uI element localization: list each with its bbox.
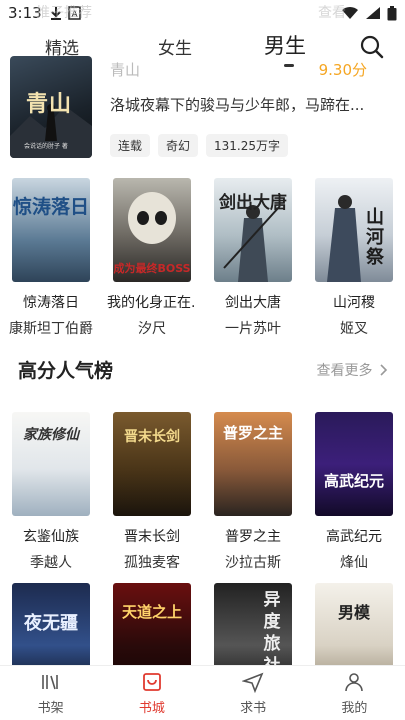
book-author: 康斯坦丁伯爵 — [9, 321, 93, 337]
status-ghost-left: 推子推荐 — [36, 5, 92, 21]
book-cover[interactable]: 剑出大唐 — [214, 178, 292, 282]
cover-title: 普罗之主 — [222, 424, 283, 442]
tag-genre: 奇幻 — [158, 134, 199, 157]
nav-bookshelf-label: 书架 — [37, 700, 64, 716]
book-cover[interactable]: 山河祭 — [315, 178, 393, 282]
book-cover[interactable]: 普罗之主 — [214, 412, 292, 516]
nav-request[interactable]: 求书 — [203, 666, 304, 720]
see-more-label: 查看更多 — [316, 363, 373, 379]
see-more-link[interactable]: 查看更多 — [317, 360, 388, 380]
cover-title: 天道之上 — [121, 603, 182, 621]
bookstore-icon — [142, 672, 161, 691]
tag-status: 连载 — [110, 134, 151, 157]
book-cover[interactable]: 家族修仙 — [12, 412, 90, 516]
book-cover[interactable]: 成为最终BOSS — [113, 178, 191, 282]
book-title: 玄鉴仙族 — [23, 529, 79, 545]
bottom-nav: 书架 书城 求书 我的 — [0, 665, 405, 720]
book-title: 剑出大唐 — [225, 295, 281, 311]
status-bar: 3:13 A 推子推荐 查看 — [0, 0, 405, 26]
featured-cover[interactable]: 青山 会说话的肘子 著 — [10, 56, 92, 158]
book-author: 一片苏叶 — [225, 321, 281, 337]
book-title: 惊涛落日 — [23, 295, 79, 311]
cover-title: 异度旅社 — [263, 590, 281, 676]
nav-bookstore-label: 书城 — [138, 700, 165, 716]
cover-title: 夜无疆 — [24, 613, 78, 634]
cover-title: 成为最终BOSS — [113, 262, 191, 275]
book-item[interactable]: 普罗之主 普罗之主 沙拉古斯 — [208, 412, 298, 572]
book-item[interactable]: 山河祭 山河稷 姬叉 — [309, 178, 399, 338]
book-title: 普罗之主 — [225, 529, 281, 545]
book-title: 我的化身正在... — [107, 295, 197, 311]
featured-book[interactable]: 青山 会说话的肘子 著 青山 9.30分 洛城夜幕下的骏马与少年郎，马蹄在...… — [10, 56, 395, 161]
book-item[interactable]: 晋末长剑 晋末长剑 孤独麦客 — [107, 412, 197, 572]
profile-icon — [345, 672, 364, 691]
book-author: 姬叉 — [340, 321, 368, 337]
featured-cover-author: 会说话的肘子 著 — [24, 143, 68, 150]
book-row-1: 惊涛落日 惊涛落日 康斯坦丁伯爵 成为最终BOSS 我的化身正在... 汐尺 剑… — [0, 178, 405, 337]
book-cover[interactable]: 惊涛落日 — [12, 178, 90, 282]
signal-icon — [366, 7, 380, 19]
chevron-right-icon — [380, 364, 388, 376]
book-author: 烽仙 — [340, 555, 368, 571]
book-item[interactable]: 剑出大唐 剑出大唐 一片苏叶 — [208, 178, 298, 338]
section-header: 高分人气榜 查看更多 — [18, 356, 388, 384]
nav-profile-label: 我的 — [341, 700, 368, 716]
cover-title: 高武纪元 — [323, 472, 384, 490]
bookshelf-icon — [41, 674, 58, 689]
status-icons-right — [341, 5, 397, 21]
book-author: 季越人 — [30, 555, 72, 571]
battery-icon — [387, 5, 397, 20]
cover-title: 惊涛落日 — [12, 196, 89, 218]
cover-title: 男模 — [337, 603, 370, 622]
book-title: 山河稷 — [333, 295, 375, 311]
book-row-2: 家族修仙 玄鉴仙族 季越人 晋末长剑 晋末长剑 孤独麦客 普罗之主 普罗之主 沙… — [0, 412, 405, 571]
book-author: 孤独麦客 — [124, 555, 180, 571]
book-cover[interactable]: 高武纪元 — [315, 412, 393, 516]
book-title: 高武纪元 — [326, 529, 382, 545]
tag-wordcount: 131.25万字 — [206, 134, 289, 157]
cover-title: 晋末长剑 — [124, 429, 180, 445]
book-author: 沙拉古斯 — [225, 555, 281, 571]
send-icon — [242, 672, 264, 693]
book-author: 汐尺 — [138, 321, 166, 337]
nav-profile[interactable]: 我的 — [304, 666, 405, 720]
book-title: 晋末长剑 — [124, 529, 180, 545]
featured-tags: 连载 奇幻 131.25万字 — [110, 134, 289, 157]
featured-score: 9.30分 — [318, 61, 367, 79]
cover-title: 家族修仙 — [23, 427, 79, 443]
status-ghost-right: 查看 — [318, 5, 346, 21]
nav-bookstore[interactable]: 书城 — [101, 666, 202, 720]
featured-title: 青山 — [110, 61, 141, 79]
nav-bookshelf[interactable]: 书架 — [0, 666, 101, 720]
book-item[interactable]: 高武纪元 高武纪元 烽仙 — [309, 412, 399, 572]
book-item[interactable]: 成为最终BOSS 我的化身正在... 汐尺 — [107, 178, 197, 338]
book-item[interactable]: 惊涛落日 惊涛落日 康斯坦丁伯爵 — [6, 178, 96, 338]
nav-request-label: 求书 — [240, 700, 267, 716]
section-title: 高分人气榜 — [18, 360, 114, 382]
featured-description: 洛城夜幕下的骏马与少年郎，马蹄在... — [110, 96, 365, 114]
book-item[interactable]: 家族修仙 玄鉴仙族 季越人 — [6, 412, 96, 572]
cover-title: 山河祭 — [366, 207, 384, 268]
book-cover[interactable]: 晋末长剑 — [113, 412, 191, 516]
cover-title: 剑出大唐 — [219, 193, 287, 213]
featured-cover-title: 青山 — [26, 92, 73, 117]
